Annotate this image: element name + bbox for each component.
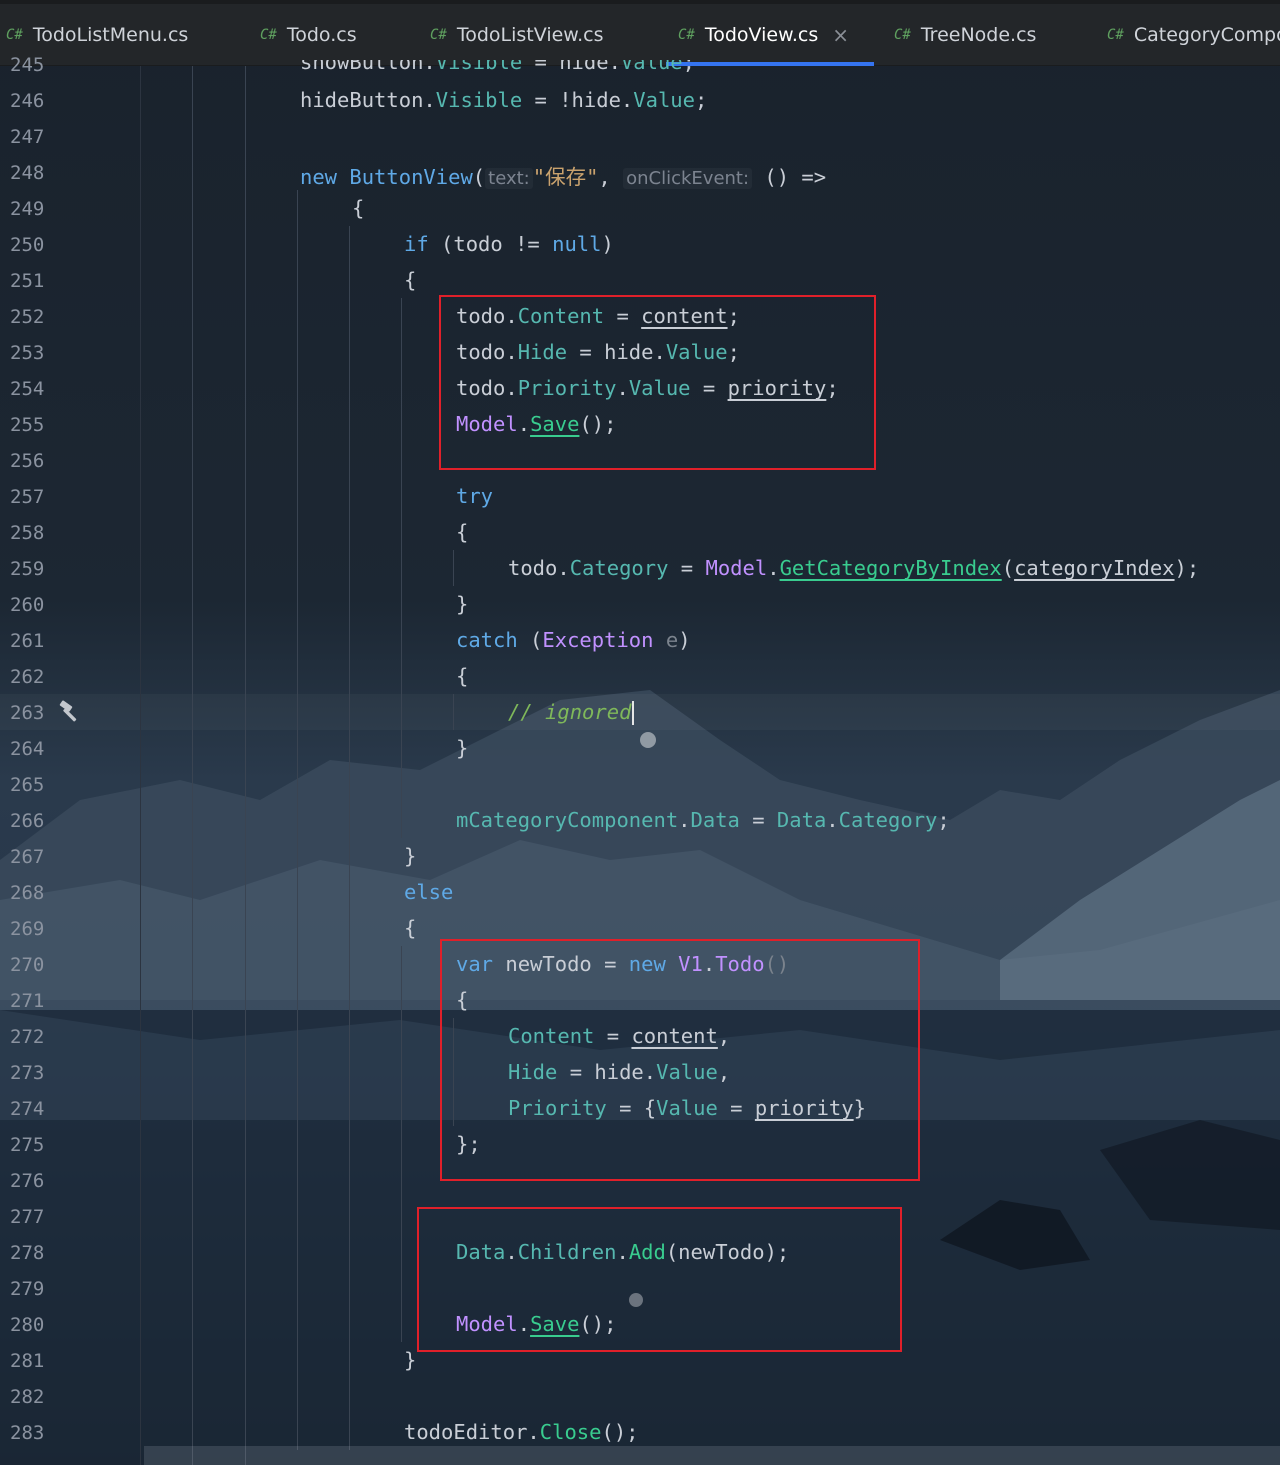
- indent-guide: [453, 550, 454, 586]
- tab-treenode[interactable]: C# TreeNode.cs: [894, 4, 1036, 66]
- highlight-box-new-todo: [440, 939, 920, 1181]
- code-line-251: {: [404, 268, 417, 292]
- parameter-hint: onClickEvent:: [623, 168, 753, 189]
- line-number: 280: [10, 1314, 45, 1336]
- line-number: 271: [10, 990, 45, 1012]
- gutter-separator: [140, 66, 141, 1465]
- line-number: 277: [10, 1206, 45, 1228]
- code-line-246: hideButton.Visible = !hide.Value;: [300, 88, 708, 112]
- code-line-266: mCategoryComponent.Data = Data.Category;: [456, 808, 950, 832]
- line-number: 256: [10, 450, 45, 472]
- line-number: 264: [10, 738, 45, 760]
- line-number: 263: [10, 702, 45, 724]
- csharp-file-icon: C#: [430, 27, 447, 43]
- tab-todolistview[interactable]: C# TodoListView.cs: [430, 4, 604, 66]
- indent-guide: [192, 66, 193, 1465]
- line-number: 270: [10, 954, 45, 976]
- line-number: 283: [10, 1422, 45, 1444]
- editor-tab-bar: C# TodoListMenu.cs C# Todo.cs C# TodoLis…: [0, 0, 1280, 66]
- line-number: 281: [10, 1350, 45, 1372]
- indent-guide: [297, 190, 298, 1450]
- tab-todo[interactable]: C# Todo.cs: [260, 4, 357, 66]
- line-number: 253: [10, 342, 45, 364]
- csharp-file-icon: C#: [1107, 27, 1124, 43]
- line-number: 278: [10, 1242, 45, 1264]
- line-number: 260: [10, 594, 45, 616]
- indent-guide: [401, 298, 402, 838]
- csharp-file-icon: C#: [260, 27, 277, 43]
- tab-label: TreeNode.cs: [920, 24, 1037, 46]
- indent-guide: [401, 946, 402, 1342]
- code-line-261: catch (Exception e): [456, 628, 691, 652]
- line-number: 268: [10, 882, 45, 904]
- csharp-file-icon: C#: [6, 27, 23, 43]
- line-number: 267: [10, 846, 45, 868]
- line-number: 257: [10, 486, 45, 508]
- tab-label: TodoListView.cs: [456, 24, 604, 46]
- code-line-263: // ignored: [508, 700, 635, 725]
- line-number: 282: [10, 1386, 45, 1408]
- code-line-269: {: [404, 916, 417, 940]
- highlight-box-update-todo: [439, 295, 876, 470]
- line-number: 251: [10, 270, 45, 292]
- code-line-248: new ButtonView(text: "保存", onClickEvent: …: [300, 165, 827, 189]
- tab-categorycomponent[interactable]: C# CategoryCompo: [1107, 4, 1280, 66]
- line-number: 266: [10, 810, 45, 832]
- line-number: 248: [10, 162, 45, 184]
- line-number: 262: [10, 666, 45, 688]
- line-number: 258: [10, 522, 45, 544]
- tab-label: TodoView.cs: [704, 24, 819, 46]
- horizontal-scrollbar[interactable]: [144, 1446, 1280, 1465]
- parameter-hint: text:: [485, 168, 533, 189]
- indent-guide: [349, 226, 350, 1450]
- line-number: 273: [10, 1062, 45, 1084]
- indent-guide: [453, 694, 454, 730]
- line-number: 276: [10, 1170, 45, 1192]
- code-line-268: else: [404, 880, 454, 904]
- code-line-257: try: [456, 484, 494, 508]
- hammer-icon[interactable]: [57, 699, 83, 731]
- highlight-box-add-and-save: [417, 1207, 902, 1352]
- line-number: 246: [10, 90, 45, 112]
- code-line-283: todoEditor.Close();: [404, 1420, 639, 1444]
- line-number: 250: [10, 234, 45, 256]
- text-caret: [632, 701, 635, 725]
- csharp-file-icon: C#: [678, 27, 695, 43]
- tab-label: CategoryCompo: [1133, 24, 1280, 46]
- indent-guide: [245, 66, 246, 1465]
- code-line-281: }: [404, 1348, 417, 1372]
- line-number: 272: [10, 1026, 45, 1048]
- line-number: 252: [10, 306, 45, 328]
- line-number: 245: [10, 54, 45, 76]
- line-number: 275: [10, 1134, 45, 1156]
- code-line-259: todo.Category = Model.GetCategoryByIndex…: [508, 556, 1200, 580]
- active-tab-indicator: [666, 62, 874, 66]
- code-line-249: {: [352, 196, 365, 220]
- line-number: 265: [10, 774, 45, 796]
- tab-label: Todo.cs: [286, 24, 357, 46]
- csharp-file-icon: C#: [894, 27, 911, 43]
- line-number: 247: [10, 126, 45, 148]
- line-number: 254: [10, 378, 45, 400]
- line-number: 261: [10, 630, 45, 652]
- close-icon[interactable]: ×: [832, 23, 849, 47]
- line-number: 255: [10, 414, 45, 436]
- line-number: 279: [10, 1278, 45, 1300]
- code-line-250: if (todo != null): [404, 232, 614, 256]
- tab-todoview[interactable]: C# TodoView.cs ×: [678, 4, 849, 66]
- code-line-267: }: [404, 844, 417, 868]
- code-line-262: {: [456, 664, 469, 688]
- line-number: 274: [10, 1098, 45, 1120]
- tab-label: TodoListMenu.cs: [32, 24, 189, 46]
- code-line-258: {: [456, 520, 469, 544]
- code-line-264: }: [456, 736, 469, 760]
- line-number: 259: [10, 558, 45, 580]
- code-line-260: }: [456, 592, 469, 616]
- line-number: 249: [10, 198, 45, 220]
- line-number: 269: [10, 918, 45, 940]
